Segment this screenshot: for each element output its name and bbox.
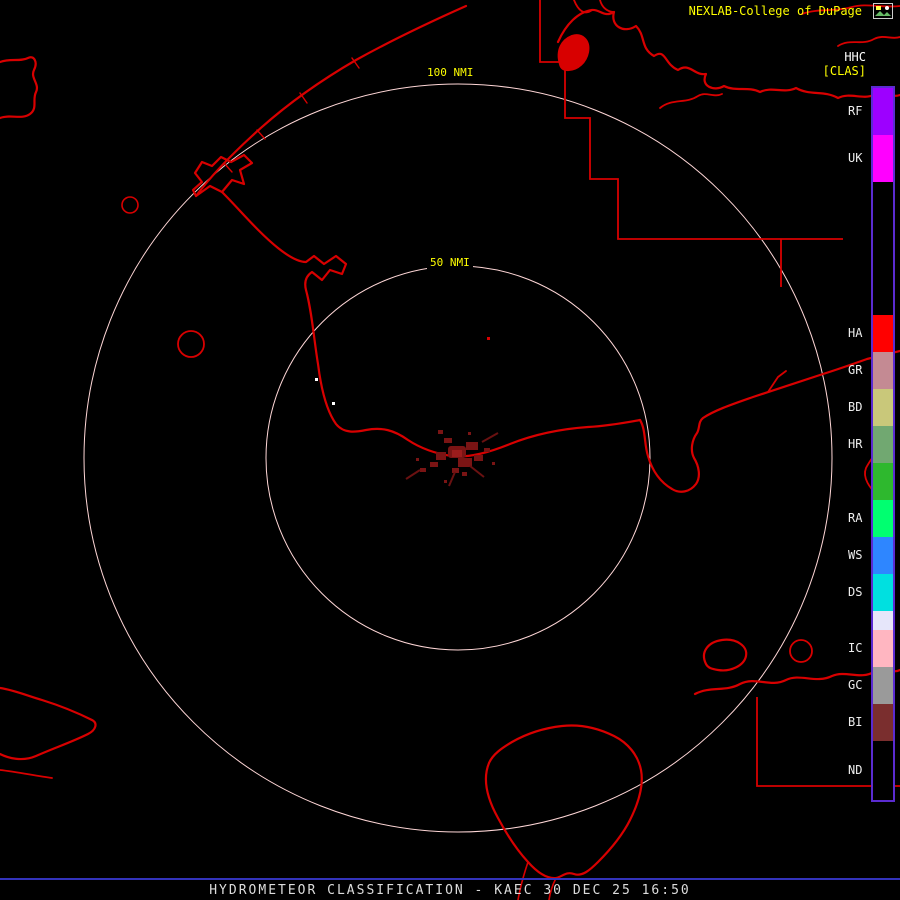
legend-label-nd: ND (848, 763, 863, 777)
legend-label-bi: BI (848, 715, 863, 729)
radar-map (0, 0, 900, 900)
legend-label-ic: IC (848, 641, 863, 655)
legend-color-segment (873, 88, 893, 135)
footer-divider (0, 878, 900, 880)
product-class: [CLAS] (822, 64, 866, 78)
legend-label-ha: HA (848, 326, 863, 340)
legend-label-hr: HR (848, 437, 863, 451)
legend-label-gr: GR (848, 363, 863, 377)
broken-image-icon (873, 3, 893, 19)
legend-label-rf: RF (848, 104, 863, 118)
legend-color-segment (873, 667, 893, 704)
legend-label-ds: DS (848, 585, 863, 599)
legend-color-segment (873, 574, 893, 611)
legend-label-ra: RA (848, 511, 863, 525)
zone-boundaries (539, 0, 900, 787)
legend-color-segment (873, 426, 893, 463)
legend-color-segment (873, 352, 893, 389)
legend-colorbar (871, 86, 895, 802)
footer-title: HYDROMETEOR CLASSIFICATION - KAEC 30 DEC… (209, 883, 691, 898)
range-label-50nmi: 50 NMI (427, 256, 473, 270)
legend-color-segment (873, 630, 893, 667)
legend-label-gc: GC (848, 678, 863, 692)
legend-label-uk: UK (848, 151, 863, 165)
legend-color-segment (873, 704, 893, 741)
branding-text: NEXLAB-College of DuPage (688, 4, 862, 18)
legend-color-segment (873, 537, 893, 574)
legend-color-segment (873, 135, 893, 182)
legend-color-segment (873, 500, 893, 537)
legend-label-ws: WS (848, 548, 863, 562)
legend-color-segment (873, 315, 893, 352)
legend-label-bd: BD (848, 400, 863, 414)
legend-color-segment (873, 182, 893, 315)
radar-display: 100 NMI 50 NMI NEXLAB-College of DuPage … (0, 0, 900, 900)
range-label-100nmi: 100 NMI (424, 66, 477, 80)
legend-color-segment (873, 611, 893, 630)
radar-echo-cluster (405, 337, 499, 487)
legend-color-segment (873, 463, 893, 500)
legend-color-segment (873, 741, 893, 800)
product-code: HHC (844, 50, 866, 64)
legend-color-segment (873, 389, 893, 426)
